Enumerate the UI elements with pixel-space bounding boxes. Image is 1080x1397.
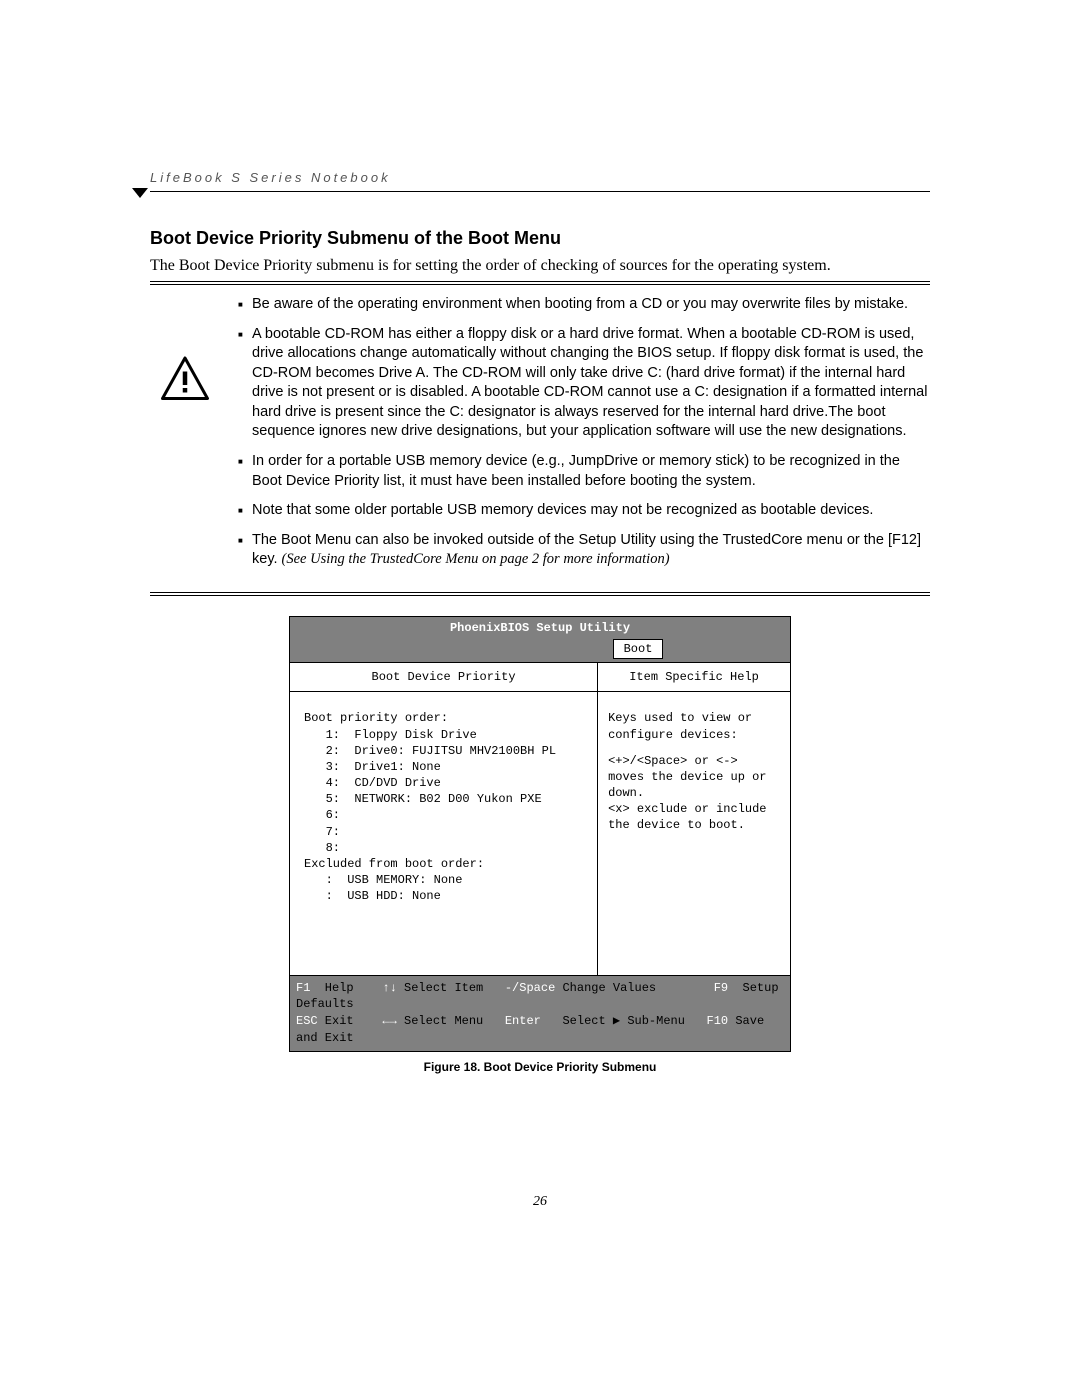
bullet-item: A bootable CD-ROM has either a floppy di… [238,325,930,442]
figure-caption: Figure 18. Boot Device Priority Submenu [150,1060,930,1074]
warning-icon [161,355,209,403]
section-title: Boot Device Priority Submenu of the Boot… [150,228,930,249]
bios-tab-boot: Boot [613,639,664,659]
warning-bullets: Be aware of the operating environment wh… [220,295,930,580]
bios-left-heading: Boot Device Priority [290,663,597,692]
bios-body: Boot Device Priority Boot priority order… [290,663,790,975]
running-header-text: LifeBook S Series Notebook [150,170,391,185]
warning-icon-column [150,295,220,403]
bullet-item: Note that some older portable USB memory… [238,501,930,521]
bios-footer: F1 Help ↑↓ Select Item -/Space Change Va… [290,976,790,1051]
bios-help-text: Keys used to view or configure devices:<… [598,692,790,843]
page-number: 26 [150,1194,930,1210]
bullet-item: The Boot Menu can also be invoked outsid… [238,531,930,570]
bios-right-heading: Item Specific Help [598,663,790,692]
intro-paragraph: The Boot Device Priority submenu is for … [150,257,930,275]
bios-screenshot: PhoenixBIOS Setup Utility Boot Boot Devi… [289,616,791,1052]
bios-left-pane: Boot Device Priority Boot priority order… [290,663,598,974]
bios-boot-order: Boot priority order: 1: Floppy Disk Driv… [290,692,597,974]
warning-block: Be aware of the operating environment wh… [150,281,930,596]
bios-title: PhoenixBIOS Setup Utility [290,617,790,639]
header-tab-icon [132,188,148,198]
bullet-item: Be aware of the operating environment wh… [238,295,930,315]
bios-right-pane: Item Specific Help Keys used to view or … [598,663,790,974]
bullet-item: In order for a portable USB memory devic… [238,452,930,491]
bios-tab-bar: Boot [290,639,790,663]
running-header: LifeBook S Series Notebook [150,170,930,192]
document-page: LifeBook S Series Notebook Boot Device P… [0,0,1080,1270]
